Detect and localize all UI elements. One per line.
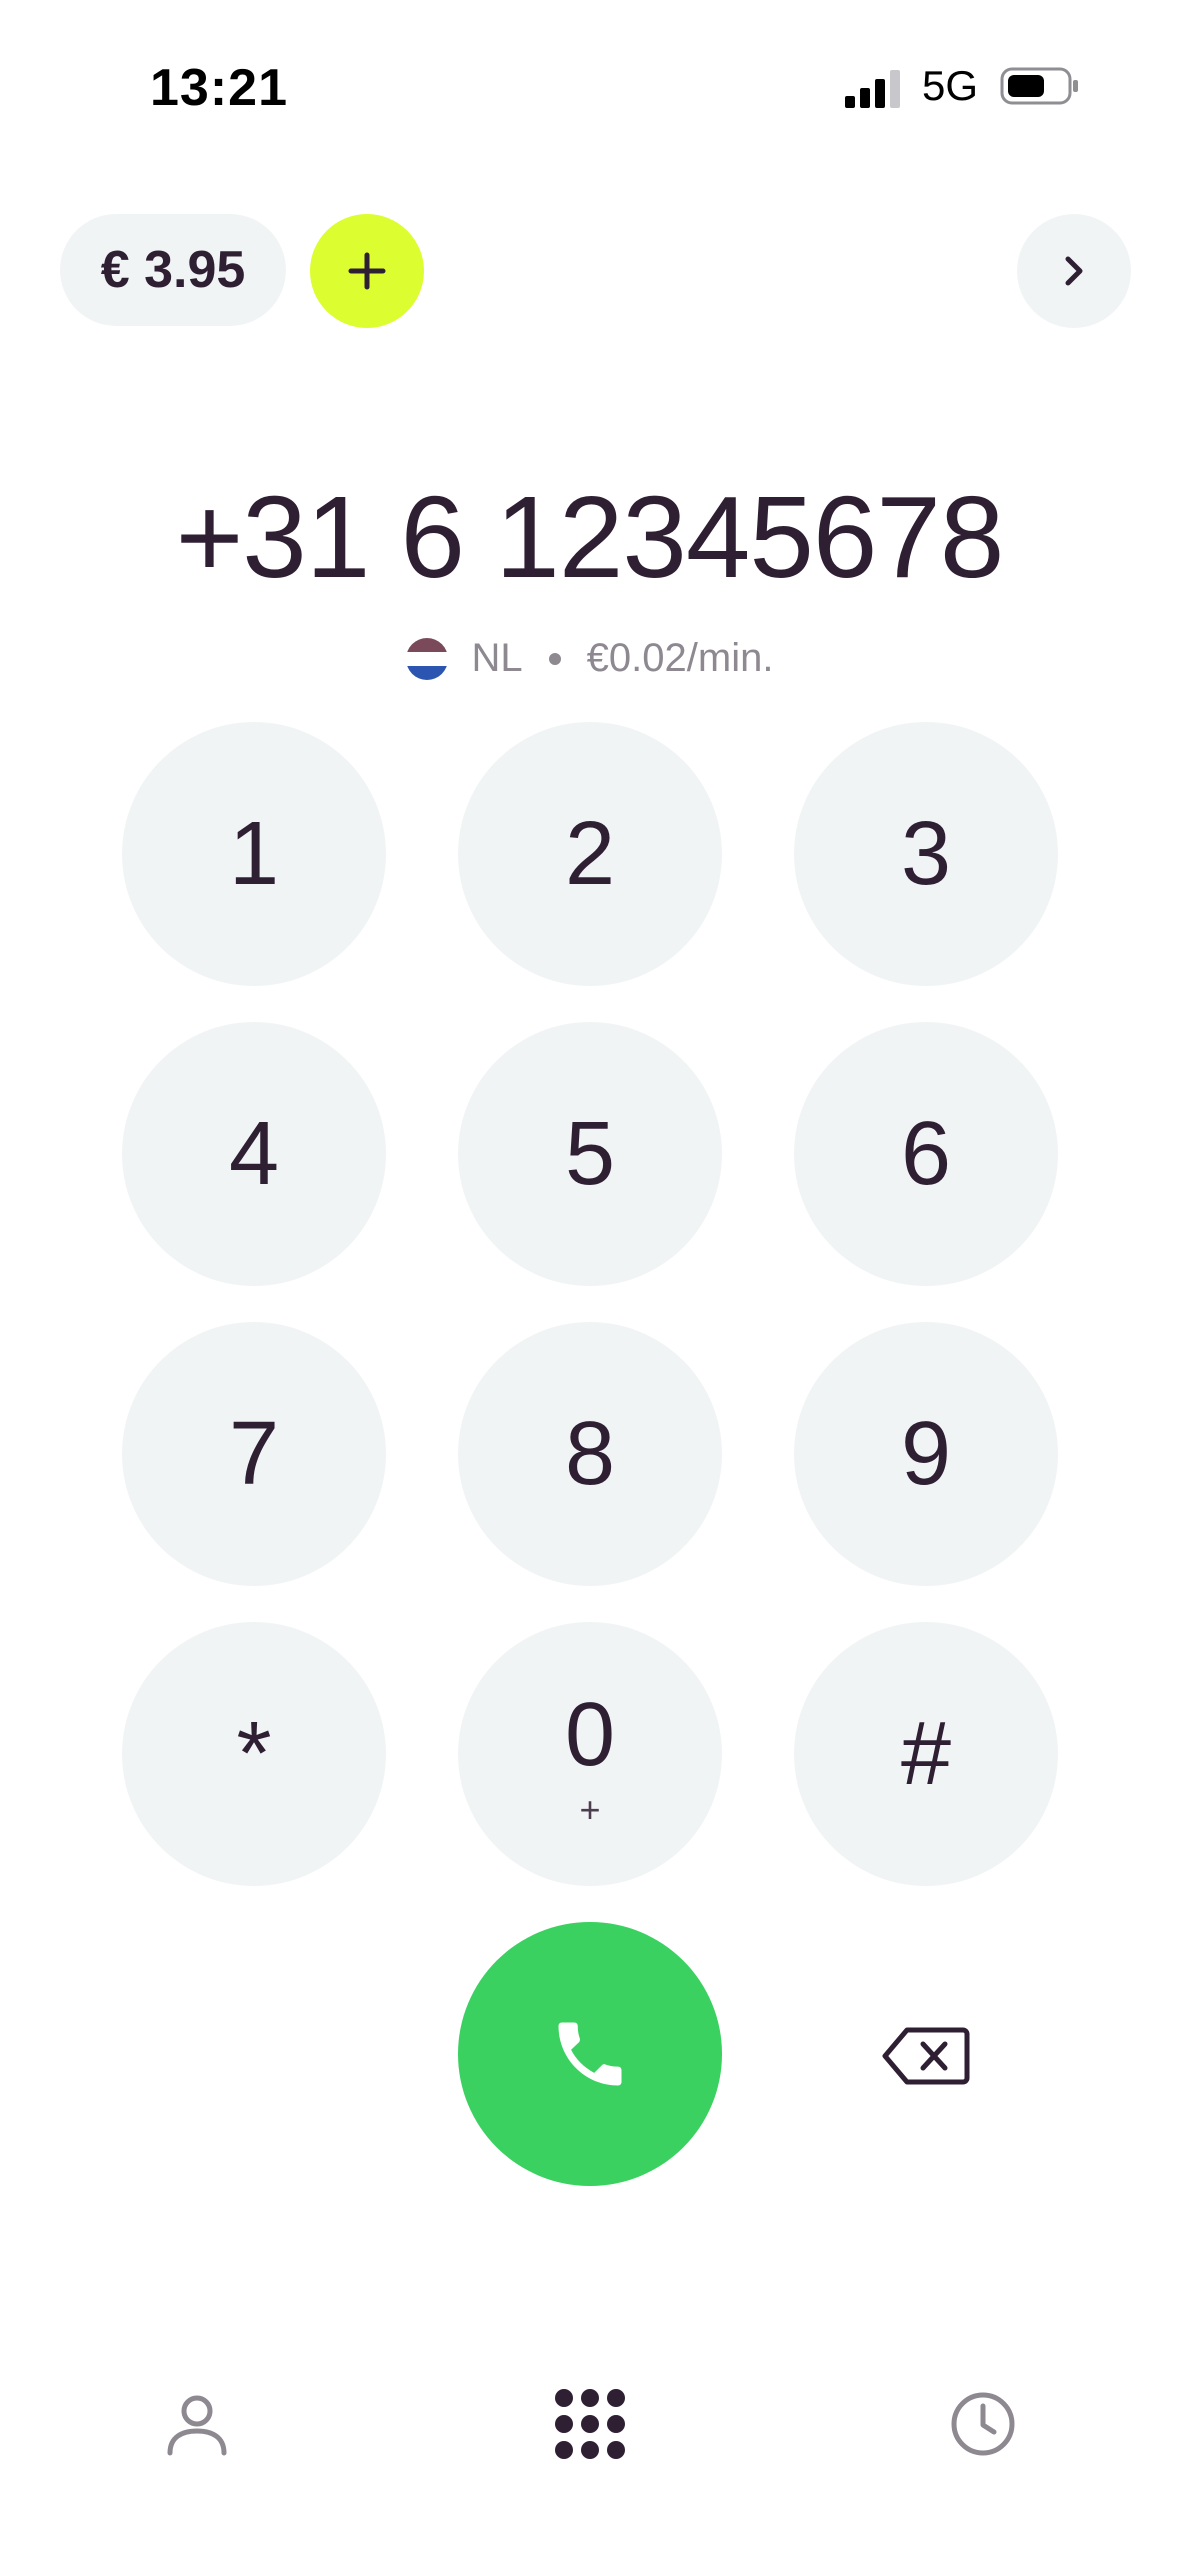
plus-icon [348,252,386,290]
key-digit: 5 [564,1103,616,1204]
status-time: 13:21 [150,59,288,117]
key-5[interactable]: 5 [458,1022,722,1286]
tab-history[interactable] [923,2374,1043,2474]
key-digit: 1 [228,803,280,904]
topup-button[interactable] [310,214,424,328]
tab-keypad[interactable] [530,2374,650,2474]
phone-icon [558,2022,622,2086]
key-digit: # [900,1703,952,1804]
network-label: 5G [922,62,979,109]
key-digit: 2 [564,803,616,904]
contacts-icon [167,2395,227,2456]
backspace-icon [882,2027,970,2085]
key-2[interactable]: 2 [458,722,722,986]
key-6[interactable]: 6 [794,1022,1058,1286]
backspace-button[interactable] [862,2008,990,2104]
dialed-number: +31 6 12345678 [175,472,1005,602]
next-button[interactable] [1017,214,1131,328]
tab-contacts[interactable] [137,2374,257,2474]
key-digit: 0 [564,1685,616,1785]
key-1[interactable]: 1 [122,722,386,986]
signal-icon [845,70,900,108]
call-rate: €0.02/min. [586,636,774,680]
key-digit: 9 [900,1403,952,1504]
separator-dot [548,652,561,665]
key-digit: 8 [564,1403,616,1504]
key-0[interactable]: 0 + [458,1622,722,1886]
key-digit: * [236,1703,272,1804]
key-digit: 7 [228,1403,280,1504]
status-bar: 13:21 5G [0,0,1179,170]
chevron-right-icon [1065,256,1083,286]
key-star[interactable]: * [122,1622,386,1886]
key-7[interactable]: 7 [122,1322,386,1586]
battery-icon [1000,67,1078,105]
history-icon [951,2392,1015,2456]
key-hash[interactable]: # [794,1622,1058,1886]
key-digit: 3 [900,803,952,904]
keypad-icon [555,2389,625,2459]
key-digit: 6 [900,1103,952,1204]
country-code: NL [471,636,523,680]
key-8[interactable]: 8 [458,1322,722,1586]
rate-row: NL €0.02/min. [0,636,1179,681]
key-digit: 4 [228,1103,280,1204]
call-button[interactable] [458,1922,722,2186]
key-9[interactable]: 9 [794,1322,1058,1586]
balance-pill[interactable]: € 3.95 [60,214,286,326]
key-4[interactable]: 4 [122,1022,386,1286]
netherlands-flag-icon [405,637,448,680]
key-sub-label: + [579,1789,601,1830]
key-3[interactable]: 3 [794,722,1058,986]
